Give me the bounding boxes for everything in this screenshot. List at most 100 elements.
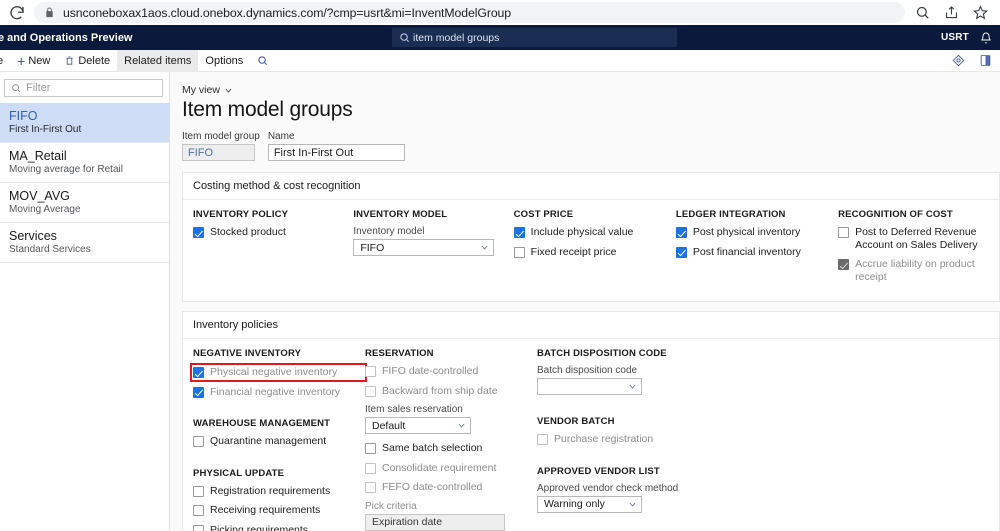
checkbox-box bbox=[513, 227, 525, 238]
checkbox-label: FIFO date-controlled bbox=[382, 365, 479, 377]
checkbox-box bbox=[537, 434, 548, 445]
checkbox-box bbox=[365, 482, 376, 493]
group-title: APPROVED VENDOR LIST bbox=[537, 465, 660, 477]
list-item-subtitle: Moving Average bbox=[9, 204, 81, 215]
checkbox-label: FEFO date-controlled bbox=[382, 481, 483, 493]
checkbox-stocked-product[interactable]: Stocked product bbox=[193, 226, 353, 239]
cmd-options-label: Options bbox=[205, 54, 244, 67]
checkbox-post-financial-inventory[interactable]: Post financial inventory bbox=[675, 246, 838, 259]
checkbox-post-deferred-revenue[interactable]: Post to Deferred Revenue Account on Sale… bbox=[838, 226, 989, 251]
search-icon bbox=[12, 84, 21, 93]
policies-column-batch: BATCH DISPOSITION CODE Batch disposition… bbox=[537, 348, 709, 531]
app-top-navigation: e and Operations Preview item model grou… bbox=[0, 25, 1000, 50]
checkbox-include-physical-value[interactable]: Include physical value bbox=[513, 226, 676, 239]
batch-disposition-code-select[interactable] bbox=[537, 378, 642, 395]
checkbox-same-batch-selection[interactable]: Same batch selection bbox=[365, 442, 537, 455]
reload-icon[interactable] bbox=[8, 4, 26, 22]
checkbox-label: Receiving requirements bbox=[210, 504, 321, 516]
checkbox-picking-requirements[interactable]: Picking requirements bbox=[193, 524, 365, 531]
bell-icon[interactable] bbox=[980, 32, 992, 44]
checkbox-receiving-requirements[interactable]: Receiving requirements bbox=[193, 504, 365, 517]
share-icon[interactable] bbox=[944, 5, 959, 20]
pick-criteria-input[interactable]: Expiration date bbox=[365, 513, 505, 531]
company-code[interactable]: USRT bbox=[941, 32, 969, 43]
name-input[interactable]: First In-First Out bbox=[267, 144, 405, 161]
group-title: RESERVATION bbox=[365, 348, 434, 359]
list-item[interactable]: FIFO First In-First Out bbox=[0, 103, 169, 143]
browser-toolbar: usnconeboxax1aos.cloud.onebox.dynamics.c… bbox=[0, 0, 1000, 25]
list-item-title: MA_Retail bbox=[9, 149, 67, 163]
checkbox-accrue-liability[interactable]: Accrue liability on product receipt bbox=[838, 258, 989, 283]
approved-vendor-check-method-label: Approved vendor check method bbox=[537, 482, 679, 494]
checkbox-post-physical-inventory[interactable]: Post physical inventory bbox=[675, 226, 838, 239]
cmd-new-button[interactable]: + New bbox=[10, 50, 57, 72]
filter-placeholder: Filter bbox=[26, 82, 51, 94]
list-item[interactable]: MA_Retail Moving average for Retail bbox=[0, 143, 169, 183]
pick-criteria-label: Pick criteria bbox=[365, 500, 417, 512]
checkbox-fefo-date-controlled[interactable]: FEFO date-controlled bbox=[365, 481, 537, 494]
search-icon bbox=[400, 33, 409, 42]
page-title: Item model groups bbox=[182, 98, 353, 121]
field-name: Name First In-First Out bbox=[267, 131, 405, 161]
checkbox-box bbox=[193, 485, 204, 497]
cmd-search-button[interactable] bbox=[250, 50, 275, 72]
cmd-options-button[interactable]: Options bbox=[198, 50, 250, 72]
list-item[interactable]: MOV_AVG Moving Average bbox=[0, 183, 169, 223]
checkbox-quarantine-management[interactable]: Quarantine management bbox=[193, 435, 365, 448]
chevron-down-icon bbox=[225, 88, 232, 93]
field-item-model-group: Item model group FIFO bbox=[182, 131, 260, 161]
cmd-save-button[interactable]: e bbox=[0, 50, 10, 72]
checkbox-registration-requirements[interactable]: Registration requirements bbox=[193, 485, 365, 498]
checkbox-box bbox=[675, 227, 687, 238]
cmd-related-items-label: Related items bbox=[124, 54, 192, 67]
search-icon bbox=[258, 56, 268, 65]
main-content: My view Item model groups Item model gro… bbox=[170, 72, 1000, 531]
list-item[interactable]: Services Standard Services bbox=[0, 223, 169, 263]
command-bar: e + New Delete Related items Options bbox=[0, 49, 1000, 72]
diamond-help-icon[interactable] bbox=[952, 54, 965, 67]
checkbox-financial-negative-inventory[interactable]: Financial negative inventory bbox=[193, 386, 365, 399]
checkbox-label: Post to Deferred Revenue Account on Sale… bbox=[855, 226, 978, 251]
costing-method-header[interactable]: Costing method & cost recognition bbox=[183, 173, 999, 200]
checkbox-consolidate-requirement[interactable]: Consolidate requirement bbox=[365, 462, 537, 475]
inventory-model-select[interactable]: FIFO bbox=[353, 239, 495, 256]
checkbox-backward-from-ship-date[interactable]: Backward from ship date bbox=[365, 385, 537, 398]
checkbox-label: Same batch selection bbox=[382, 442, 483, 454]
top-nav-right-actions: USRT bbox=[941, 25, 992, 50]
panel-icon[interactable] bbox=[979, 54, 992, 67]
checkbox-fixed-receipt-price[interactable]: Fixed receipt price bbox=[513, 246, 676, 259]
item-model-group-input[interactable]: FIFO bbox=[182, 144, 255, 161]
group-title: INVENTORY MODEL bbox=[353, 209, 448, 220]
batch-disposition-code-label: Batch disposition code bbox=[537, 365, 638, 376]
bookmark-star-icon[interactable] bbox=[973, 5, 988, 20]
record-list-pane: Filter FIFO First In-First Out MA_Retail… bbox=[0, 72, 170, 531]
view-selector-label: My view bbox=[182, 84, 220, 96]
checkbox-box bbox=[838, 227, 850, 238]
checkbox-physical-negative-inventory[interactable]: Physical negative inventory bbox=[190, 363, 367, 382]
group-title: BATCH DISPOSITION CODE bbox=[537, 348, 667, 359]
cmd-delete-button[interactable]: Delete bbox=[57, 50, 117, 72]
view-selector[interactable]: My view bbox=[182, 84, 233, 96]
filter-input[interactable]: Filter bbox=[4, 79, 163, 97]
address-bar[interactable]: usnconeboxax1aos.cloud.onebox.dynamics.c… bbox=[34, 2, 905, 23]
checkbox-label: Include physical value bbox=[530, 226, 634, 238]
checkbox-purchase-registration[interactable]: Purchase registration bbox=[537, 433, 709, 446]
approved-vendor-check-method-value: Warning only bbox=[544, 498, 605, 510]
header-fields: Item model group FIFO Name First In-Firs… bbox=[182, 131, 1000, 161]
group-title: INVENTORY POLICY bbox=[193, 209, 289, 220]
cmd-related-items-button[interactable]: Related items bbox=[117, 49, 199, 72]
approved-vendor-check-method-select[interactable]: Warning only bbox=[537, 495, 642, 513]
search-icon[interactable] bbox=[915, 5, 930, 20]
group-title: COST PRICE bbox=[513, 209, 574, 220]
item-sales-reservation-select[interactable]: Default bbox=[365, 417, 471, 434]
group-ledger-integration: LEDGER INTEGRATION Post physical invento… bbox=[675, 209, 838, 290]
checkbox-box bbox=[193, 524, 204, 531]
checkbox-fifo-date-controlled[interactable]: FIFO date-controlled bbox=[365, 365, 537, 378]
group-cost-price: COST PRICE Include physical value Fixed … bbox=[513, 209, 676, 290]
item-sales-reservation-label: Item sales reservation bbox=[365, 404, 463, 415]
item-sales-reservation-value: Default bbox=[372, 419, 406, 432]
inventory-policies-header[interactable]: Inventory policies bbox=[183, 312, 999, 339]
policies-column-left: NEGATIVE INVENTORY Physical negative inv… bbox=[190, 348, 367, 531]
global-search-box[interactable]: item model groups bbox=[392, 28, 677, 47]
checkbox-label: Picking requirements bbox=[210, 523, 309, 531]
